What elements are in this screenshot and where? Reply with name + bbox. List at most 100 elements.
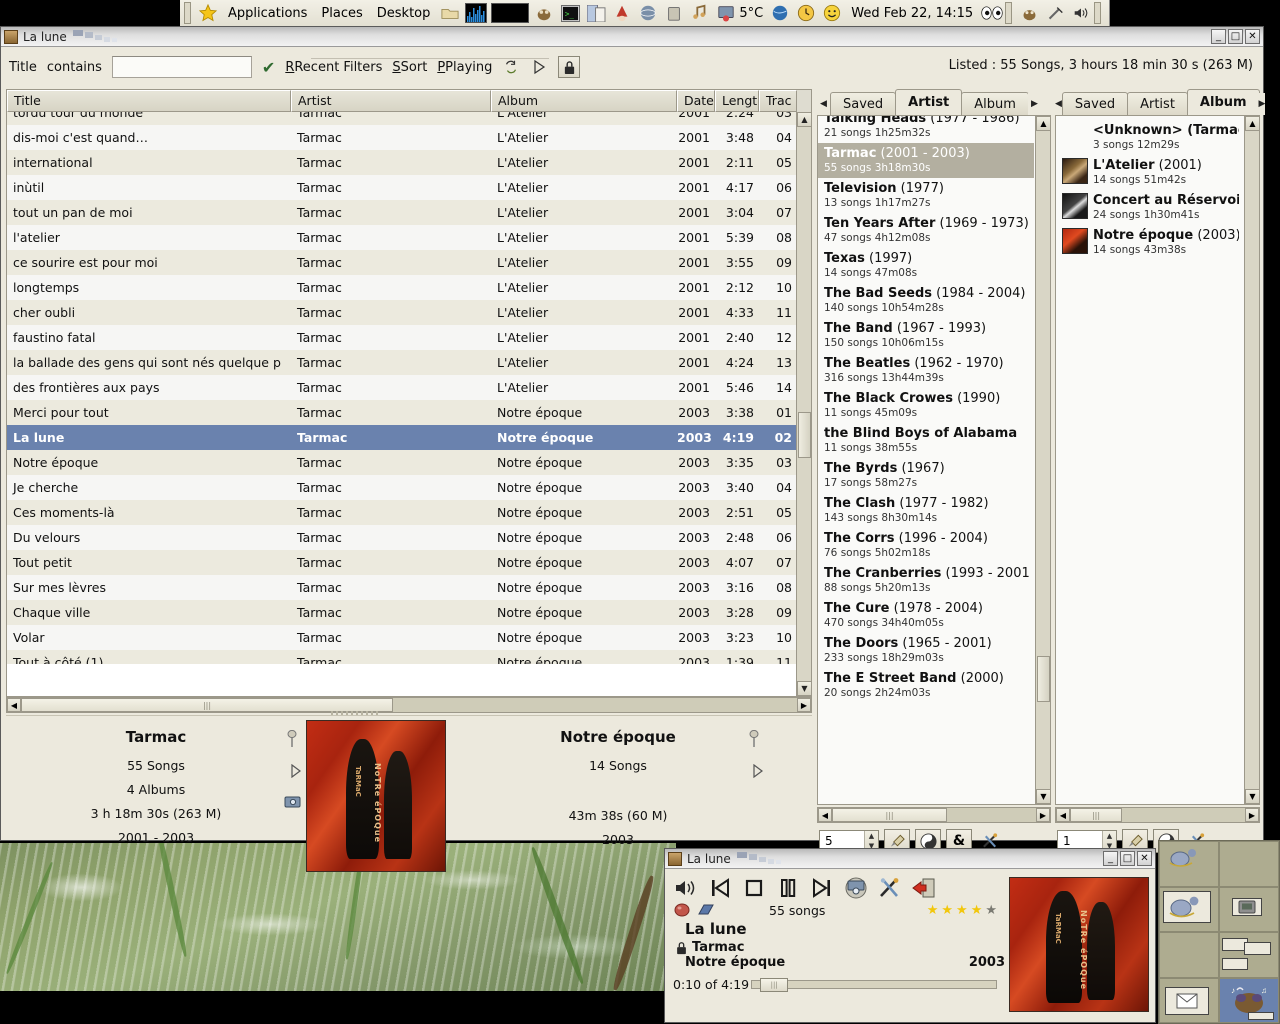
hscroll-track[interactable]: ||| — [21, 698, 797, 712]
lock-icon[interactable] — [558, 56, 580, 78]
table-row[interactable]: faustino fatalTarmacL'Atelier20012:4012 — [7, 325, 811, 350]
main-window-titlebar[interactable]: La lune _ □ ✕ — [1, 27, 1263, 47]
workspace-pager[interactable]: ♪ ♫ — [1158, 840, 1280, 1024]
network-disconnected-icon[interactable] — [1044, 2, 1066, 24]
table-row[interactable]: VolarTarmacNotre époque20033:2310 — [7, 625, 811, 650]
maximize-button[interactable]: □ — [1120, 851, 1135, 866]
workspace-1[interactable] — [1159, 841, 1219, 887]
cd-ripper-icon[interactable] — [843, 875, 868, 900]
table-row[interactable]: des frontières aux paysTarmacL'Atelier20… — [7, 375, 811, 400]
close-button[interactable]: ✕ — [1137, 851, 1152, 866]
tab-scroll-right-icon[interactable]: ▶ — [1259, 93, 1266, 115]
spinner-up[interactable]: ▲ — [1103, 831, 1116, 841]
table-row[interactable]: ce sourire est pour moiTarmacL'Atelier20… — [7, 250, 811, 275]
table-row[interactable]: Ces moments-làTarmacNotre époque20032:51… — [7, 500, 811, 525]
star-icon[interactable]: ★ — [971, 903, 983, 918]
list-item[interactable]: The Cure (1978 - 2004)470 songs 34h40m05… — [818, 598, 1034, 633]
scroll-up-arrow[interactable]: ▲ — [797, 112, 812, 127]
song-list-horizontal-scrollbar[interactable]: ◀ ||| ▶ — [6, 697, 812, 713]
list-item[interactable]: Ten Years After (1969 - 1973)47 songs 4h… — [818, 213, 1034, 248]
tools-icon[interactable] — [877, 875, 902, 900]
gnu-icon[interactable] — [533, 2, 555, 24]
album-cover-large[interactable]: TaRMaC NoTRe éPOQue — [306, 720, 446, 872]
tab-scroll-right-icon[interactable]: ▶ — [1028, 93, 1041, 115]
column-header-length[interactable]: Length — [715, 90, 759, 112]
pin-icon[interactable] — [748, 730, 762, 748]
tab-scroll-left-icon[interactable]: ◀ — [1055, 93, 1062, 115]
scroll-thumb[interactable] — [1037, 656, 1050, 702]
tab-scroll-left-icon[interactable]: ◀ — [817, 93, 830, 115]
table-row[interactable]: internationalTarmacL'Atelier20012:1105 — [7, 150, 811, 175]
table-row[interactable]: dis-moi c'est quand…TarmacL'Atelier20013… — [7, 125, 811, 150]
player-titlebar[interactable]: La lune _ □ ✕ — [665, 849, 1155, 869]
list-item[interactable]: L'Atelier (2001)14 songs 51m42s — [1056, 155, 1243, 190]
folder-icon[interactable] — [439, 2, 461, 24]
table-row[interactable]: La luneTarmacNotre époque20034:1902 — [7, 425, 811, 450]
playing-menu[interactable]: PPlaying — [437, 60, 492, 75]
scroll-down-arrow[interactable]: ▼ — [1036, 789, 1051, 804]
list-item[interactable]: <Unknown> (Tarmac)3 songs 12m29s — [1056, 120, 1243, 155]
weather-globe-icon[interactable] — [769, 2, 791, 24]
table-row[interactable]: Je chercheTarmacNotre époque20033:4004 — [7, 475, 811, 500]
list-item[interactable]: The Band (1967 - 1993)150 songs 10h06m15… — [818, 318, 1034, 353]
list-item[interactable]: Concert au Réservoir24 songs 1h30m41s — [1056, 190, 1243, 225]
song-list[interactable]: Title Artist Album Date Length Trac tord… — [6, 89, 812, 697]
library-book-icon[interactable] — [697, 902, 715, 918]
tab-saved[interactable]: Saved — [1062, 92, 1128, 115]
menu-desktop[interactable]: Desktop — [370, 4, 438, 23]
tab-album[interactable]: Album — [961, 92, 1029, 115]
hscroll-thumb[interactable]: ||| — [1070, 808, 1122, 822]
list-item[interactable]: The Byrds (1967)17 songs 58m27s — [818, 458, 1034, 493]
stop-icon[interactable] — [741, 875, 766, 900]
table-row[interactable]: Du veloursTarmacNotre époque20032:4806 — [7, 525, 811, 550]
column-header-artist[interactable]: Artist — [291, 90, 491, 112]
panel-clock[interactable]: Wed Feb 22, 14:15 — [845, 6, 979, 21]
hscroll-thumb[interactable]: ||| — [21, 698, 393, 712]
tab-artist[interactable]: Artist — [895, 89, 962, 115]
list-item[interactable]: Texas (1997)14 songs 47m08s — [818, 248, 1034, 283]
recent-filters-menu[interactable]: RRecent Filters — [285, 60, 382, 75]
list-item[interactable]: The E Street Band (2000)20 songs 2h24m03… — [818, 668, 1034, 703]
filter-apply-check-icon[interactable]: ✔ — [262, 58, 275, 77]
minimize-button[interactable]: _ — [1103, 851, 1118, 866]
table-row[interactable]: tout un pan de moiTarmacL'Atelier20013:0… — [7, 200, 811, 225]
quit-icon[interactable] — [911, 875, 936, 900]
globe-icon[interactable] — [637, 2, 659, 24]
music-note-icon[interactable] — [689, 2, 711, 24]
list-item[interactable]: The Bad Seeds (1984 - 2004)140 songs 10h… — [818, 283, 1034, 318]
workspace-7[interactable] — [1159, 978, 1219, 1024]
rating-stars[interactable]: ★ ★ ★ ★ ★ — [927, 903, 997, 918]
song-list-vertical-scrollbar[interactable]: ▲ ▼ — [796, 112, 811, 696]
star-icon-empty[interactable]: ★ — [985, 903, 997, 918]
gnome-hat-icon[interactable] — [611, 2, 633, 24]
hscroll-left-arrow[interactable]: ◀ — [7, 698, 21, 712]
trash-icon[interactable] — [663, 2, 685, 24]
table-row[interactable]: cher oubliTarmacL'Atelier20014:3311 — [7, 300, 811, 325]
table-row[interactable]: inùtilTarmacL'Atelier20014:1706 — [7, 175, 811, 200]
artist-play-arrow-icon[interactable] — [290, 764, 301, 778]
filter-query-input[interactable] — [112, 56, 252, 78]
album-play-arrow-icon[interactable] — [752, 764, 763, 778]
hscroll-right-arrow[interactable]: ▶ — [797, 698, 811, 712]
system-monitor-icon[interactable] — [465, 3, 487, 23]
hscroll-right-arrow[interactable]: ▶ — [1245, 808, 1259, 822]
panel-drag-handle[interactable] — [184, 2, 191, 24]
list-item[interactable]: The Doors (1965 - 2001)233 songs 18h29m0… — [818, 633, 1034, 668]
hscroll-right-arrow[interactable]: ▶ — [1036, 808, 1050, 822]
list-item[interactable]: Tarmac (2001 - 2003)55 songs 3h18m30s — [818, 143, 1034, 178]
table-row[interactable]: Notre époqueTarmacNotre époque20033:3503 — [7, 450, 811, 475]
column-header-album[interactable]: Album — [491, 90, 677, 112]
gnu-tray-icon[interactable] — [1018, 2, 1040, 24]
hscroll-thumb[interactable]: ||| — [832, 808, 947, 822]
scroll-up-arrow[interactable]: ▲ — [1036, 116, 1051, 131]
next-icon[interactable] — [809, 875, 834, 900]
hscroll-track[interactable]: ||| — [832, 808, 1036, 822]
list-item[interactable]: The Corrs (1996 - 2004)76 songs 5h02m18s — [818, 528, 1034, 563]
column-header-title[interactable]: Title — [7, 90, 291, 112]
tab-artist[interactable]: Artist — [1127, 92, 1188, 115]
play-triangle-icon[interactable] — [530, 58, 548, 76]
maximize-button[interactable]: □ — [1228, 29, 1243, 44]
workspace-5[interactable] — [1159, 932, 1219, 978]
refresh-icon[interactable] — [502, 58, 520, 76]
artist-panel-hscroll[interactable]: ◀ ||| ▶ — [817, 807, 1051, 823]
